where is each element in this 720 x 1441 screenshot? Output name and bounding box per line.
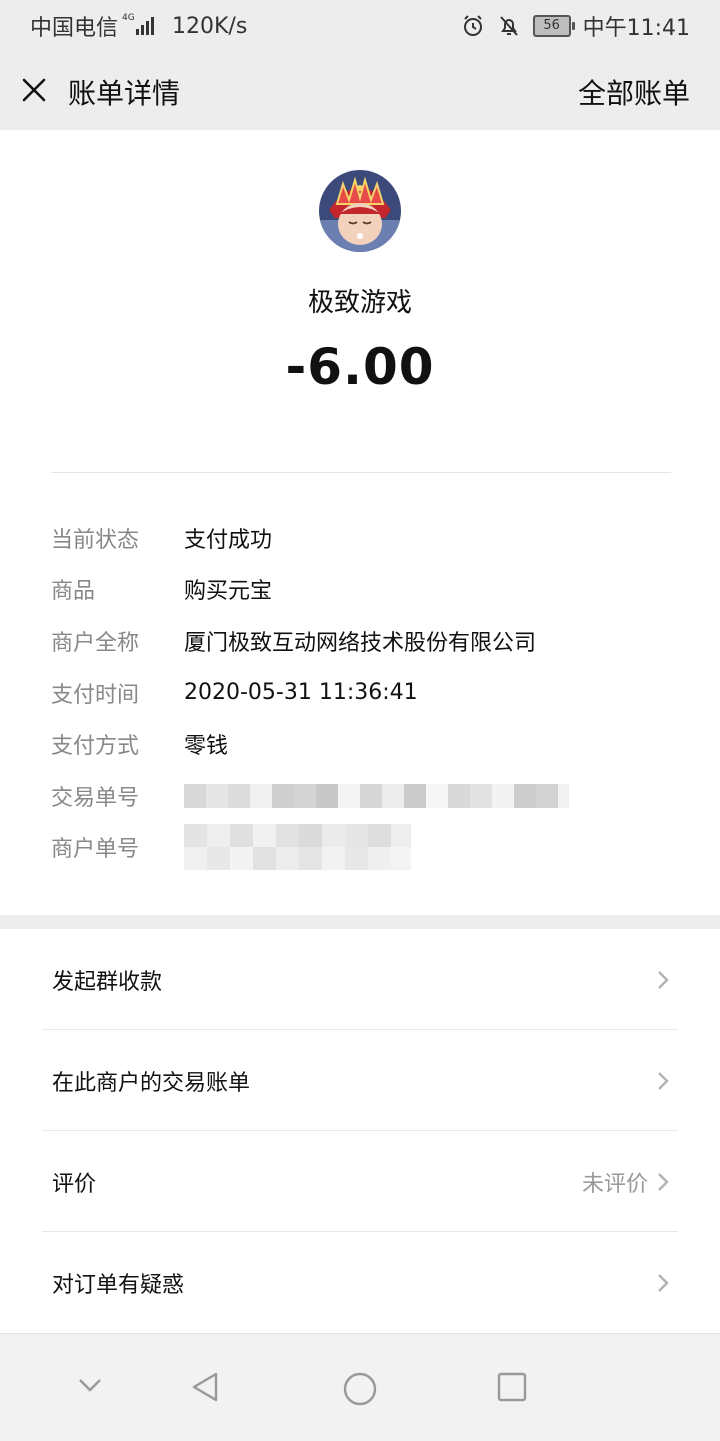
chevron-right-icon [658, 971, 669, 989]
detail-label: 交易单号 [51, 785, 140, 811]
bill-card: 极致游戏 -6.00 当前状态 支付成功 商品 购买元宝 商户全称 厦门极致互动… [0, 130, 720, 915]
action-status: 未评价 [581, 1172, 648, 1197]
detail-label: 当前状态 [51, 527, 140, 553]
merchant-name: 极致游戏 [307, 288, 412, 318]
action-label: 对订单有疑惑 [52, 1273, 185, 1298]
divider [51, 472, 671, 473]
detail-row-merchant-order-id: 商户单号 [51, 822, 671, 874]
transaction-id-redacted [184, 783, 569, 808]
detail-value: 支付成功 [184, 527, 273, 553]
signal-icon: 4G [122, 13, 155, 35]
detail-value[interactable]: 厦门极致互动网络技术股份有限公司 [184, 625, 536, 657]
detail-label: 商户全称 [51, 630, 140, 656]
back-triangle-icon[interactable] [190, 1371, 222, 1403]
close-icon[interactable] [14, 70, 54, 110]
merchant-order-id-redacted [184, 824, 433, 871]
action-order-question[interactable]: 对订单有疑惑 [0, 1232, 720, 1333]
detail-row-transaction-id: 交易单号 [51, 770, 671, 822]
recent-square-icon[interactable] [496, 1371, 528, 1403]
status-right: 56 中午11:41 [461, 10, 690, 42]
detail-label: 支付方式 [51, 734, 140, 760]
detail-row-method: 支付方式 零钱 [51, 718, 671, 770]
detail-label: 商户单号 [51, 837, 140, 863]
action-label: 发起群收款 [52, 970, 163, 995]
chevron-right-icon [658, 1274, 669, 1292]
home-circle-icon[interactable] [342, 1371, 378, 1407]
action-merchant-bills[interactable]: 在此商户的交易账单 [0, 1030, 720, 1131]
bill-amount: -6.00 [285, 338, 435, 396]
detail-row-product: 商品 购买元宝 [51, 564, 671, 616]
all-bills-link[interactable]: 全部账单 [578, 72, 690, 112]
detail-label: 支付时间 [51, 682, 140, 708]
action-group-collect[interactable]: 发起群收款 [0, 929, 720, 1030]
chevron-right-icon [658, 1173, 669, 1191]
action-review[interactable]: 评价 未评价 [0, 1131, 720, 1232]
detail-value: 零钱 [184, 734, 229, 760]
system-nav-bar [0, 1333, 720, 1441]
status-left: 中国电信 4G 120K/s [30, 10, 247, 42]
merchant-avatar[interactable] [319, 170, 401, 252]
battery-icon: 56 [532, 15, 575, 37]
detail-row-merchant: 商户全称 厦门极致互动网络技术股份有限公司 [51, 615, 671, 667]
detail-value: 2020-05-31 11:36:41 [184, 680, 418, 706]
page-title: 账单详情 [68, 77, 181, 110]
nav-bar: 账单详情 全部账单 [0, 50, 720, 130]
carrier-name: 中国电信 [30, 16, 119, 41]
alarm-icon [463, 15, 482, 36]
network-tag: 4G [122, 13, 135, 23]
detail-row-time: 支付时间 2020-05-31 11:36:41 [51, 667, 671, 719]
action-label: 评价 [52, 1172, 97, 1197]
status-bar: 中国电信 4G 120K/s 56 中午11:41 [0, 0, 720, 50]
chevron-down-icon[interactable] [76, 1371, 104, 1399]
bill-details: 当前状态 支付成功 商品 购买元宝 商户全称 厦门极致互动网络技术股份有限公司 … [51, 512, 671, 873]
network-speed: 120K/s [172, 13, 248, 39]
action-label: 在此商户的交易账单 [52, 1071, 251, 1096]
bell-off-icon [499, 16, 518, 36]
action-list: 发起群收款 在此商户的交易账单 评价 未评价 对订单有疑惑 [0, 929, 720, 1333]
clock: 中午11:41 [582, 16, 690, 41]
detail-value: 购买元宝 [184, 579, 273, 605]
chevron-right-icon [658, 1072, 669, 1090]
detail-label: 商品 [51, 579, 96, 605]
detail-row-status: 当前状态 支付成功 [51, 512, 671, 564]
